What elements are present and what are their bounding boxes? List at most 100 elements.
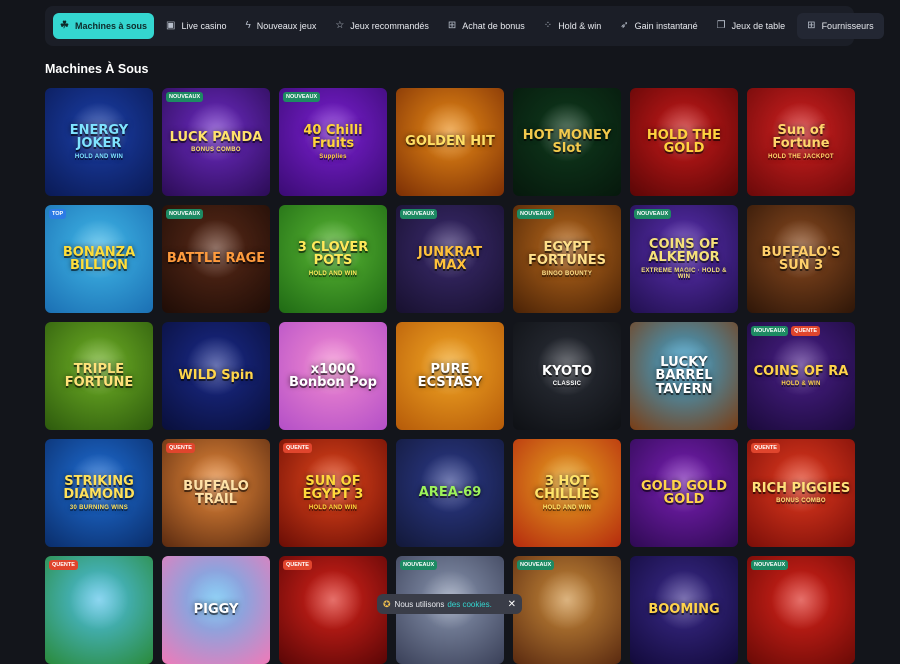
- game-artwork: [186, 219, 246, 279]
- game-tile[interactable]: NOUVEAUX EGYPT FORTUNES BINGO BOUNTY: [513, 205, 621, 313]
- live-casino-icon: ▣: [166, 20, 176, 31]
- game-tile[interactable]: KYOTO CLASSIC: [513, 322, 621, 430]
- game-artwork: [771, 570, 831, 630]
- game-tile[interactable]: NOUVEAUX LUCK PANDA BONUS COMBO: [162, 88, 270, 196]
- cookie-link[interactable]: des cookies.: [447, 600, 491, 609]
- game-badge: NOUVEAUX: [751, 560, 789, 570]
- game-tile[interactable]: BUFFALO'S SUN 3: [747, 205, 855, 313]
- game-subtitle: HOLD AND WIN: [308, 270, 358, 277]
- game-artwork: [303, 570, 363, 630]
- game-title: 3 HOT CHILLIES HOLD AND WIN: [513, 475, 621, 511]
- game-tile[interactable]: TOP BONANZA BILLION: [45, 205, 153, 313]
- game-title-text: HOLD THE GOLD: [646, 127, 722, 156]
- nav-tab-label: Achat de bonus: [462, 21, 525, 31]
- game-title: GOLDEN HIT: [401, 135, 499, 148]
- game-title: x1000 Bonbon Pop: [279, 363, 387, 390]
- game-title: BUFFALO TRAIL: [162, 480, 270, 507]
- game-tile[interactable]: HOT MONEY Slot: [513, 88, 621, 196]
- game-title-text: BONANZA BILLION: [62, 244, 136, 273]
- nav-tab-live-casino[interactable]: ▣ Live casino: [159, 13, 233, 39]
- nav-tab-gift[interactable]: ⊞ Achat de bonus: [441, 13, 532, 39]
- game-subtitle: BINGO BOUNTY: [541, 270, 593, 277]
- game-grid: ENERGY JOKER HOLD AND WIN NOUVEAUX LUCK PAN…: [45, 88, 855, 664]
- badge-group: NOUVEAUX: [751, 560, 789, 570]
- nav-tab-hold-win[interactable]: ⁘ Hold & win: [537, 13, 608, 39]
- badge-group: NOUVEAUX: [634, 209, 672, 219]
- game-tile[interactable]: HOLD THE GOLD: [630, 88, 738, 196]
- game-title-text: LUCK PANDA: [169, 129, 263, 145]
- badge-group: NOUVEAUX QUENTE: [751, 326, 821, 336]
- nav-tab-star[interactable]: ☆ Jeux recommandés: [328, 13, 436, 39]
- game-title-text: AREA-69: [418, 485, 482, 501]
- game-tile[interactable]: NOUVEAUX COINS OF ALKEMOR EXTREME MAGIC · …: [630, 205, 738, 313]
- game-tile[interactable]: QUENTE RICH PIGGIES BONUS COMBO: [747, 439, 855, 547]
- game-title-text: RICH PIGGIES: [751, 480, 851, 496]
- game-badge: NOUVEAUX: [517, 560, 555, 570]
- game-badge: QUENTE: [283, 560, 312, 570]
- game-tile[interactable]: 3 HOT CHILLIES HOLD AND WIN: [513, 439, 621, 547]
- game-tile[interactable]: AREA-69: [396, 439, 504, 547]
- game-tile[interactable]: GOLD GOLD GOLD: [630, 439, 738, 547]
- game-tile[interactable]: x1000 Bonbon Pop: [279, 322, 387, 430]
- nav-tab-label: Jeux de table: [731, 21, 786, 31]
- badge-group: QUENTE: [166, 443, 195, 453]
- slot-machine-icon: ☘: [60, 20, 69, 31]
- game-title-text: GOLD GOLD GOLD: [640, 478, 728, 507]
- game-title: STRIKING DIAMOND 30 BURNING WINS: [45, 475, 153, 511]
- game-tile[interactable]: NOUVEAUX: [747, 556, 855, 664]
- game-tile[interactable]: ENERGY JOKER HOLD AND WIN: [45, 88, 153, 196]
- game-title: RICH PIGGIES BONUS COMBO: [748, 482, 855, 504]
- nav-tab-cards[interactable]: ❐ Jeux de table: [710, 13, 793, 39]
- game-title-text: JUNKRAT MAX: [417, 244, 483, 273]
- badge-group: QUENTE: [283, 443, 312, 453]
- game-title-text: COINS OF RA: [753, 363, 849, 379]
- badge-group: NOUVEAUX: [517, 560, 555, 570]
- game-title: SUN OF EGYPT 3 HOLD AND WIN: [279, 475, 387, 511]
- badge-group: QUENTE: [283, 560, 312, 570]
- game-tile[interactable]: QUENTE SUN OF EGYPT 3 HOLD AND WIN: [279, 439, 387, 547]
- game-title-text: SUN OF EGYPT 3: [302, 474, 364, 503]
- game-tile[interactable]: WILD Spin: [162, 322, 270, 430]
- game-tile[interactable]: PURE ECSTASY: [396, 322, 504, 430]
- star-icon: ☆: [335, 20, 345, 31]
- game-badge: QUENTE: [283, 443, 312, 453]
- lightning-icon: ϟ: [245, 20, 251, 31]
- nav-tab-lightning[interactable]: ϟ Nouveaux jeux: [238, 13, 323, 39]
- game-tile[interactable]: QUENTE BUFFALO TRAIL: [162, 439, 270, 547]
- game-tile[interactable]: NOUVEAUX JUNKRAT MAX: [396, 205, 504, 313]
- game-tile[interactable]: Sun of Fortune HOLD THE JACKPOT: [747, 88, 855, 196]
- game-subtitle: HOLD AND WIN: [308, 504, 358, 511]
- category-nav: ☘ Machines à sous ▣ Live casino ϟ Nouveaux je…: [45, 6, 884, 46]
- game-tile[interactable]: GOLDEN HIT: [396, 88, 504, 196]
- game-tile[interactable]: QUENTE: [45, 556, 153, 664]
- nav-tab-label: Jeux recommandés: [350, 21, 429, 31]
- badge-group: QUENTE: [751, 443, 780, 453]
- game-tile[interactable]: PIGGY: [162, 556, 270, 664]
- game-tile[interactable]: NOUVEAUX: [513, 556, 621, 664]
- game-tile[interactable]: 3 CLOVER POTS HOLD AND WIN: [279, 205, 387, 313]
- game-tile[interactable]: TRIPLE FORTUNE: [45, 322, 153, 430]
- game-artwork: [186, 570, 246, 630]
- providers-button[interactable]: ⊞ Fournisseurs: [797, 13, 884, 39]
- game-tile[interactable]: QUENTE: [279, 556, 387, 664]
- game-title: AREA-69: [415, 486, 486, 499]
- game-subtitle: Supplies: [319, 153, 347, 160]
- nav-tab-label: Nouveaux jeux: [256, 21, 317, 31]
- game-artwork: [537, 570, 597, 630]
- game-subtitle: HOLD THE JACKPOT: [768, 153, 834, 160]
- game-tile[interactable]: STRIKING DIAMOND 30 BURNING WINS: [45, 439, 153, 547]
- nav-tab-label: Live casino: [181, 21, 227, 31]
- game-title: GOLD GOLD GOLD: [630, 480, 738, 507]
- game-title-text: BATTLE RAGE: [166, 251, 266, 267]
- close-icon[interactable]: ✕: [508, 599, 516, 610]
- game-tile[interactable]: NOUVEAUX 40 Chilli Fruits Supplies: [279, 88, 387, 196]
- game-title-text: PURE ECSTASY: [417, 361, 483, 390]
- game-tile[interactable]: NOUVEAUX BATTLE RAGE: [162, 205, 270, 313]
- grid-icon: ⊞: [807, 20, 816, 31]
- game-subtitle: EXTREME MAGIC · HOLD & WIN: [641, 267, 727, 280]
- game-tile[interactable]: NOUVEAUX QUENTE COINS OF RA HOLD & WIN: [747, 322, 855, 430]
- nav-tab-rocket[interactable]: ➶ Gain instantané: [613, 13, 704, 39]
- game-tile[interactable]: BOOMING: [630, 556, 738, 664]
- game-tile[interactable]: LUCKY BARREL TAVERN: [630, 322, 738, 430]
- nav-tab-slot-machine[interactable]: ☘ Machines à sous: [53, 13, 154, 39]
